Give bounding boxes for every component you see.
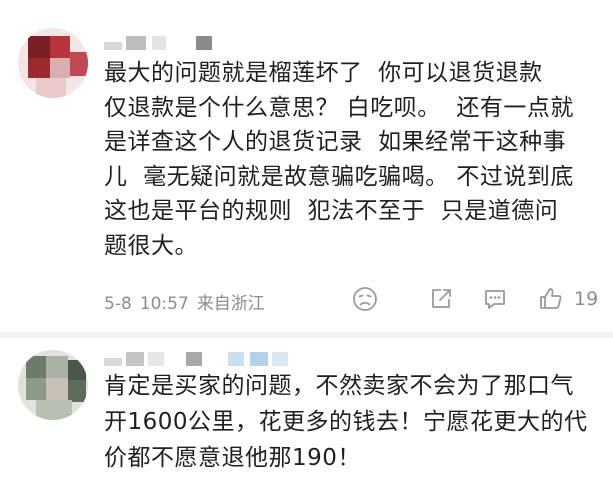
comment-item: 最大的问题就是榴莲坏了 你可以退货退款 仅退款是个什么意思？ 白吃呗。 还有一点… bbox=[0, 0, 613, 330]
username-blurred[interactable] bbox=[104, 36, 214, 50]
dislike-icon bbox=[353, 287, 377, 311]
share-button[interactable] bbox=[428, 282, 454, 316]
share-icon bbox=[432, 289, 451, 308]
comment-location: 来自浙江 bbox=[196, 294, 265, 314]
comment-text: 最大的问题就是榴莲坏了 你可以退货退款 仅退款是个什么意思？ 白吃呗。 还有一点… bbox=[104, 60, 574, 259]
comment-text: 肯定是买家的问题，不然卖家不会为了那口气 开1600公里，花更多的钱去！宁愿花更… bbox=[104, 373, 588, 471]
like-count: 19 bbox=[574, 288, 599, 310]
like-icon bbox=[540, 288, 562, 309]
avatar[interactable] bbox=[18, 350, 88, 420]
comment-item: 肯定是买家的问题，不然卖家不会为了那口气 开1600公里，花更多的钱去！宁愿花更… bbox=[0, 336, 613, 500]
comment-meta: 5-8 10:57 来自浙江 bbox=[104, 289, 273, 314]
like-button[interactable]: 19 bbox=[538, 282, 598, 316]
reply-button[interactable] bbox=[482, 282, 508, 316]
avatar[interactable] bbox=[18, 28, 88, 98]
comment-time: 10:57 bbox=[139, 294, 189, 314]
dislike-button[interactable] bbox=[352, 282, 378, 316]
comment-icon bbox=[485, 290, 505, 309]
comment-date: 5-8 bbox=[104, 294, 132, 314]
username-blurred[interactable] bbox=[104, 352, 294, 366]
